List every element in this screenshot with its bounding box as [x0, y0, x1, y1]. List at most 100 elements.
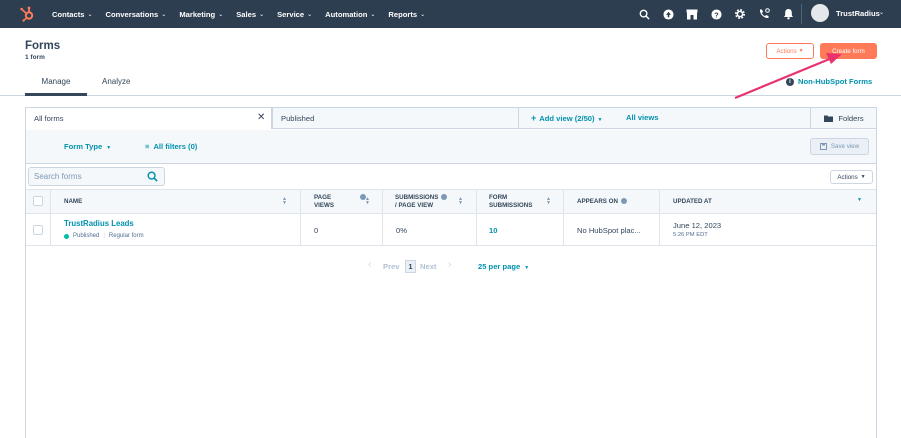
folders-button[interactable]: Folders [810, 107, 877, 129]
add-view-button[interactable]: + Add view (2/50) ▼ [531, 113, 603, 123]
nav-automation-label: Automation [325, 9, 368, 19]
calling-icon[interactable] [756, 6, 772, 22]
subs-per-view-value: 0% [396, 226, 407, 235]
column-header-page-views-line1: PAGE [314, 194, 332, 201]
table-actions-label: Actions [837, 173, 858, 181]
chevron-down-icon: ⌄ [420, 11, 426, 18]
save-view-label: Save view [830, 143, 860, 150]
tab-analyze[interactable]: Analyze [102, 77, 130, 86]
non-hubspot-forms-link[interactable]: i Non-HubSpot Forms [786, 77, 872, 86]
folders-label: Folders [838, 113, 864, 123]
account-name[interactable]: TrustRadius [836, 9, 880, 18]
search-icon[interactable] [147, 171, 158, 182]
caret-down-icon: ▼ [597, 117, 603, 123]
save-view-button[interactable]: Save view [810, 138, 869, 155]
nav-marketing[interactable]: Marketing ⌄ [179, 10, 223, 19]
settings-icon[interactable] [732, 6, 748, 22]
upgrade-icon[interactable] [660, 6, 676, 22]
chevron-down-icon: ⌄ [370, 11, 376, 18]
form-status-line: Published | Regular form [73, 233, 144, 239]
column-header-form-submissions[interactable]: FORM SUBMISSIONS [489, 194, 532, 210]
prev-chevron-icon[interactable]: ‹ [368, 259, 371, 270]
svg-text:?: ? [714, 10, 719, 19]
updated-time: 5:26 PM EDT [673, 232, 708, 238]
header-actions-label: Actions [776, 47, 797, 55]
sort-icon[interactable]: ▲ ▼ [365, 197, 370, 206]
form-type-label: Form Type [64, 142, 103, 151]
nav-contacts-label: Contacts [52, 9, 85, 19]
plus-icon: + [531, 113, 537, 123]
column-header-page-views-line2: VIEWS [314, 202, 334, 209]
sort-icon[interactable]: ▲ ▼ [546, 197, 551, 206]
marketplace-icon[interactable] [684, 6, 700, 22]
chevron-down-icon: ⌄ [87, 11, 93, 18]
avatar[interactable] [811, 4, 829, 22]
chevron-down-icon: ⌄ [307, 11, 313, 18]
tab-manage[interactable]: Manage [25, 77, 87, 86]
all-filters-button[interactable]: ≡ All filters (0) [145, 142, 197, 151]
info-icon [441, 194, 448, 201]
nav-automation[interactable]: Automation ⌄ [325, 10, 375, 19]
all-filters-label: All filters (0) [153, 142, 198, 151]
top-navigation-bar: Contacts ⌄ Conversations ⌄ Marketing ⌄ Sale… [0, 0, 901, 28]
caret-down-icon: ▼ [106, 145, 112, 151]
current-page[interactable]: 1 [405, 260, 416, 273]
form-name-link[interactable]: TrustRadius Leads [64, 219, 134, 228]
next-page-button[interactable]: Next [420, 262, 436, 271]
chevron-down-icon: ⌄ [161, 11, 167, 18]
table-row [26, 214, 876, 246]
non-hubspot-forms-label: Non-HubSpot Forms [798, 77, 873, 86]
select-all-checkbox[interactable] [33, 196, 43, 206]
nav-contacts[interactable]: Contacts ⌄ [52, 10, 93, 19]
chevron-down-icon: ⌄ [218, 11, 224, 18]
row-checkbox[interactable] [33, 225, 43, 235]
column-header-updated-at[interactable]: UPDATED AT [673, 198, 712, 206]
search-input[interactable] [34, 172, 144, 181]
filter-lines-icon: ≡ [145, 142, 150, 151]
header-actions-button[interactable]: Actions ▼ [766, 43, 814, 59]
published-status-dot [64, 234, 69, 239]
nav-reports[interactable]: Reports ⌄ [388, 10, 425, 19]
sort-icon[interactable]: ▲ ▼ [282, 197, 287, 206]
nav-service[interactable]: Service ⌄ [277, 10, 312, 19]
column-header-subs-per-view-line2: / PAGE VIEW [395, 202, 434, 209]
hubspot-logo-icon[interactable] [19, 6, 35, 22]
nav-divider [801, 4, 802, 24]
active-tab-indicator [25, 93, 87, 96]
caret-down-icon: ▼ [798, 48, 804, 54]
nav-sales[interactable]: Sales ⌄ [236, 10, 264, 19]
form-submissions-link[interactable]: 10 [489, 226, 497, 235]
close-view-icon[interactable]: ✕ [257, 113, 265, 123]
form-type: Regular form [108, 233, 144, 239]
nav-marketing-label: Marketing [179, 9, 216, 19]
page-header [0, 28, 901, 96]
next-chevron-icon[interactable]: › [448, 259, 451, 270]
column-header-appears-on-label: APPEARS ON [577, 198, 618, 205]
column-header-page-views[interactable]: PAGE VIEWS [314, 194, 367, 210]
folder-icon [824, 115, 834, 122]
info-icon [620, 198, 627, 205]
form-count: 1 form [25, 54, 45, 61]
nav-reports-label: Reports [388, 9, 418, 19]
sort-descending-icon[interactable]: ▼ [857, 198, 862, 203]
nav-conversations[interactable]: Conversations ⌄ [106, 10, 167, 19]
notifications-icon[interactable] [780, 6, 796, 22]
search-icon[interactable] [636, 6, 652, 22]
column-header-form-submissions-line2: SUBMISSIONS [489, 202, 533, 209]
chevron-down-icon[interactable]: ⌄ [879, 9, 884, 16]
page-views-value: 0 [314, 226, 319, 235]
form-type-filter[interactable]: Form Type ▼ [64, 142, 111, 151]
table-actions-button[interactable]: Actions ▼ [830, 170, 873, 184]
prev-page-button[interactable]: Prev [383, 262, 399, 271]
per-page-select[interactable]: 25 per page ▼ [478, 262, 529, 271]
create-form-button[interactable]: Create form [820, 43, 877, 59]
column-header-appears-on[interactable]: APPEARS ON [577, 198, 627, 206]
help-icon[interactable]: ? [708, 6, 724, 22]
sort-icon[interactable]: ▲ ▼ [458, 197, 463, 206]
view-tab-all-forms-label: All forms [34, 114, 64, 123]
column-header-name[interactable]: NAME [64, 198, 82, 206]
column-header-subs-per-view[interactable]: SUBMISSIONS / PAGE VIEW [395, 194, 448, 210]
all-views-link[interactable]: All views [626, 113, 659, 122]
nav-utility-icons: ? [636, 6, 804, 22]
meta-divider: | [103, 233, 105, 239]
